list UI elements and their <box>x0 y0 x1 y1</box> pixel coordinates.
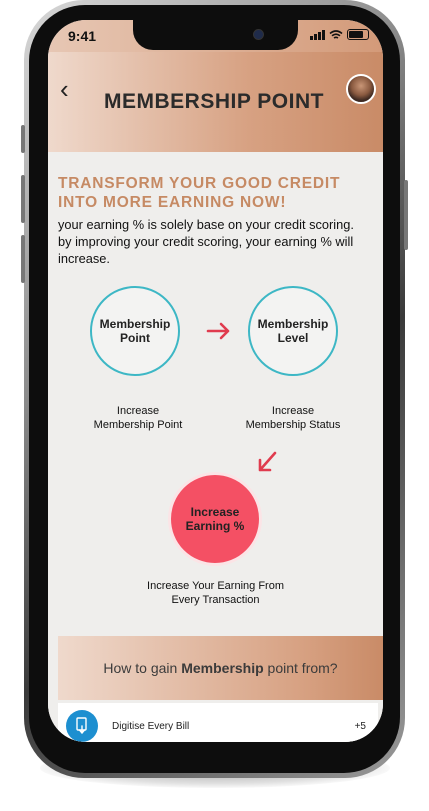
bill-touch-icon <box>66 710 98 742</box>
screen: 9:41 ‹ MEMBERSHIP POINT TRANSFORM YOUR G… <box>48 20 383 742</box>
circle-label-line-1: Increase <box>190 505 240 519</box>
circle-label-line-1: Membership <box>257 317 329 331</box>
circle-label-line-2: Point <box>120 331 150 345</box>
membership-point-circle[interactable]: Membership Point <box>90 286 180 376</box>
description: your earning % is solely base on your cr… <box>58 217 354 266</box>
headline-line-1: TRANSFORM YOUR GOOD CREDIT <box>58 175 341 192</box>
status-icons <box>310 29 369 40</box>
caption-line-2: Membership Point <box>93 419 183 431</box>
content: TRANSFORM YOUR GOOD CREDIT INTO MORE EAR… <box>48 152 383 742</box>
circle-label-line-2: Earning % <box>185 519 245 533</box>
membership-level-circle[interactable]: Membership Level <box>248 286 338 376</box>
status-time: 9:41 <box>68 28 97 44</box>
wifi-icon <box>329 29 343 39</box>
headline-line-2: INTO MORE EARNING NOW! <box>58 194 287 211</box>
circle-label-line-2: Level <box>277 331 309 345</box>
caption-line-1: Increase <box>271 405 315 417</box>
camera <box>253 29 264 40</box>
signal-icon <box>310 29 325 40</box>
battery-icon <box>347 29 369 40</box>
membership-level-caption: Increase Membership Status <box>226 404 360 432</box>
arrow-down-left-icon <box>258 451 277 472</box>
arrow-right-icon <box>206 322 230 340</box>
page-title: MEMBERSHIP POINT <box>104 90 324 113</box>
gain-bold: Membership <box>181 660 264 676</box>
list-item[interactable]: Digitise Every Bill +5 <box>58 703 378 742</box>
caption-line-1: Increase <box>116 405 160 417</box>
list-item-value: +5 <box>354 720 366 732</box>
chevron-left-icon[interactable]: ‹ <box>60 74 69 105</box>
caption-line-1: Increase Your Earning From <box>147 580 284 592</box>
list-item-label: Digitise Every Bill <box>112 720 190 732</box>
notch <box>133 20 298 50</box>
headline: TRANSFORM YOUR GOOD CREDIT INTO MORE EAR… <box>58 174 358 212</box>
gain-prefix: How to gain <box>103 660 182 676</box>
caption-line-2: Membership Status <box>245 419 341 431</box>
membership-point-caption: Increase Membership Point <box>73 404 203 432</box>
gain-suffix: point from? <box>263 660 338 676</box>
increase-earning-circle[interactable]: Increase Earning % <box>168 472 262 566</box>
caption-line-2: Every Transaction <box>171 594 260 606</box>
avatar[interactable] <box>346 74 376 104</box>
circle-label-line-1: Membership <box>99 317 171 331</box>
page-header: ‹ MEMBERSHIP POINT <box>48 52 383 152</box>
gain-points-banner: How to gain Membership point from? <box>58 636 383 700</box>
increase-earning-caption: Increase Your Earning From Every Transac… <box>108 579 323 607</box>
